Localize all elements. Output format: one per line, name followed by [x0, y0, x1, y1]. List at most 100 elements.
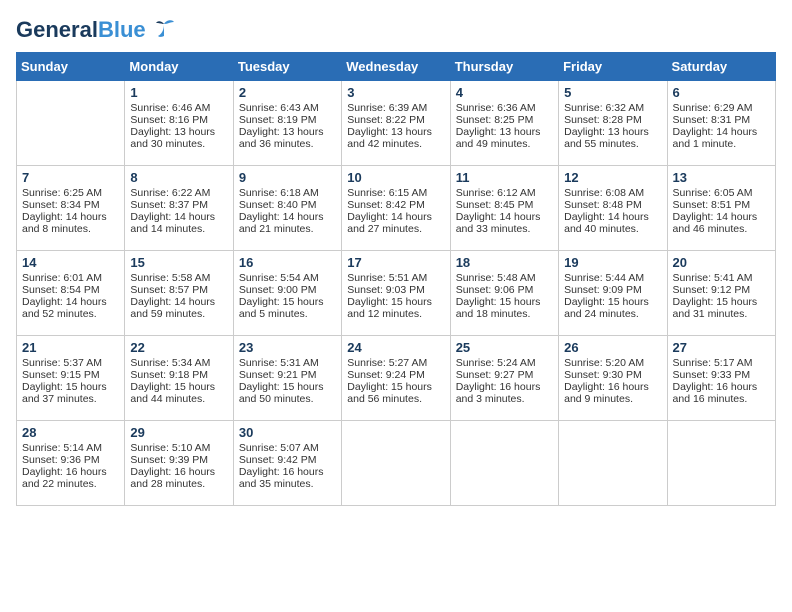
header-wednesday: Wednesday	[342, 53, 450, 81]
day-info: Sunset: 9:09 PM	[564, 284, 661, 296]
day-info: Daylight: 16 hours	[564, 381, 661, 393]
day-info: Sunset: 9:15 PM	[22, 369, 119, 381]
day-info: Sunrise: 5:27 AM	[347, 357, 444, 369]
day-info: and 30 minutes.	[130, 138, 227, 150]
day-info: and 28 minutes.	[130, 478, 227, 490]
day-info: and 8 minutes.	[22, 223, 119, 235]
day-info: Sunset: 9:21 PM	[239, 369, 336, 381]
calendar-cell: 14Sunrise: 6:01 AMSunset: 8:54 PMDayligh…	[17, 251, 125, 336]
day-info: Sunrise: 5:20 AM	[564, 357, 661, 369]
header-thursday: Thursday	[450, 53, 558, 81]
day-info: and 42 minutes.	[347, 138, 444, 150]
day-info: and 52 minutes.	[22, 308, 119, 320]
calendar-cell: 3Sunrise: 6:39 AMSunset: 8:22 PMDaylight…	[342, 81, 450, 166]
day-info: and 36 minutes.	[239, 138, 336, 150]
day-info: Sunset: 8:22 PM	[347, 114, 444, 126]
day-info: Sunrise: 5:34 AM	[130, 357, 227, 369]
day-number: 17	[347, 255, 444, 270]
day-info: and 46 minutes.	[673, 223, 770, 235]
day-info: and 22 minutes.	[22, 478, 119, 490]
day-info: Daylight: 15 hours	[130, 381, 227, 393]
calendar-cell: 20Sunrise: 5:41 AMSunset: 9:12 PMDayligh…	[667, 251, 775, 336]
day-info: Sunrise: 5:10 AM	[130, 442, 227, 454]
day-info: Sunset: 9:06 PM	[456, 284, 553, 296]
day-info: Daylight: 14 hours	[673, 126, 770, 138]
week-row-1: 1Sunrise: 6:46 AMSunset: 8:16 PMDaylight…	[17, 81, 776, 166]
calendar-cell: 11Sunrise: 6:12 AMSunset: 8:45 PMDayligh…	[450, 166, 558, 251]
day-info: Sunset: 8:57 PM	[130, 284, 227, 296]
calendar-cell: 4Sunrise: 6:36 AMSunset: 8:25 PMDaylight…	[450, 81, 558, 166]
day-info: Sunrise: 5:14 AM	[22, 442, 119, 454]
header-friday: Friday	[559, 53, 667, 81]
day-info: Sunrise: 5:37 AM	[22, 357, 119, 369]
calendar-cell: 23Sunrise: 5:31 AMSunset: 9:21 PMDayligh…	[233, 336, 341, 421]
day-number: 8	[130, 170, 227, 185]
day-info: Sunset: 9:12 PM	[673, 284, 770, 296]
day-info: and 12 minutes.	[347, 308, 444, 320]
week-row-5: 28Sunrise: 5:14 AMSunset: 9:36 PMDayligh…	[17, 421, 776, 506]
day-info: and 40 minutes.	[564, 223, 661, 235]
day-info: Sunrise: 5:24 AM	[456, 357, 553, 369]
day-info: and 31 minutes.	[673, 308, 770, 320]
day-info: and 44 minutes.	[130, 393, 227, 405]
day-info: and 50 minutes.	[239, 393, 336, 405]
day-info: and 49 minutes.	[456, 138, 553, 150]
day-number: 14	[22, 255, 119, 270]
day-number: 1	[130, 85, 227, 100]
day-number: 21	[22, 340, 119, 355]
day-info: and 27 minutes.	[347, 223, 444, 235]
day-number: 9	[239, 170, 336, 185]
day-info: Sunrise: 6:01 AM	[22, 272, 119, 284]
day-info: Sunset: 9:18 PM	[130, 369, 227, 381]
day-info: Sunrise: 6:05 AM	[673, 187, 770, 199]
day-info: Sunset: 8:54 PM	[22, 284, 119, 296]
day-number: 15	[130, 255, 227, 270]
day-number: 30	[239, 425, 336, 440]
calendar-cell: 17Sunrise: 5:51 AMSunset: 9:03 PMDayligh…	[342, 251, 450, 336]
calendar-cell: 22Sunrise: 5:34 AMSunset: 9:18 PMDayligh…	[125, 336, 233, 421]
header-tuesday: Tuesday	[233, 53, 341, 81]
day-number: 11	[456, 170, 553, 185]
day-info: and 56 minutes.	[347, 393, 444, 405]
day-info: Sunrise: 5:58 AM	[130, 272, 227, 284]
day-info: Sunset: 8:45 PM	[456, 199, 553, 211]
calendar-cell: 13Sunrise: 6:05 AMSunset: 8:51 PMDayligh…	[667, 166, 775, 251]
day-info: Sunset: 8:16 PM	[130, 114, 227, 126]
day-number: 18	[456, 255, 553, 270]
day-number: 28	[22, 425, 119, 440]
day-info: Daylight: 14 hours	[130, 296, 227, 308]
calendar-cell: 10 Sunrise: 6:15 AMSunset: 8:42 PMDayligh…	[342, 166, 450, 251]
day-info: Daylight: 15 hours	[347, 296, 444, 308]
day-info: Daylight: 15 hours	[673, 296, 770, 308]
day-info: Sunrise: 6:08 AM	[564, 187, 661, 199]
week-row-4: 21Sunrise: 5:37 AMSunset: 9:15 PMDayligh…	[17, 336, 776, 421]
day-number: 19	[564, 255, 661, 270]
calendar-cell: 16Sunrise: 5:54 AMSunset: 9:00 PMDayligh…	[233, 251, 341, 336]
day-info: Sunrise: 6:32 AM	[564, 102, 661, 114]
day-info: and 59 minutes.	[130, 308, 227, 320]
calendar-cell	[342, 421, 450, 506]
day-info: Sunrise: 5:44 AM	[564, 272, 661, 284]
day-info: Sunrise: 6:15 AM	[347, 187, 444, 199]
day-number: 7	[22, 170, 119, 185]
day-info: Sunrise: 6:29 AM	[673, 102, 770, 114]
logo-text: GeneralBlue	[16, 17, 146, 43]
week-row-2: 7Sunrise: 6:25 AMSunset: 8:34 PMDaylight…	[17, 166, 776, 251]
day-info: Daylight: 15 hours	[22, 381, 119, 393]
calendar-cell: 2Sunrise: 6:43 AMSunset: 8:19 PMDaylight…	[233, 81, 341, 166]
header-saturday: Saturday	[667, 53, 775, 81]
calendar-cell: 1Sunrise: 6:46 AMSunset: 8:16 PMDaylight…	[125, 81, 233, 166]
day-info: Sunset: 8:42 PM	[347, 199, 444, 211]
day-info: Daylight: 14 hours	[347, 211, 444, 223]
day-info: Sunrise: 5:41 AM	[673, 272, 770, 284]
day-info: Sunset: 9:39 PM	[130, 454, 227, 466]
day-info: and 18 minutes.	[456, 308, 553, 320]
day-number: 10	[347, 170, 444, 185]
day-number: 3	[347, 85, 444, 100]
day-info: and 21 minutes.	[239, 223, 336, 235]
day-info: Sunrise: 6:12 AM	[456, 187, 553, 199]
calendar-cell: 30Sunrise: 5:07 AMSunset: 9:42 PMDayligh…	[233, 421, 341, 506]
day-info: Sunset: 9:33 PM	[673, 369, 770, 381]
day-info: Sunrise: 5:17 AM	[673, 357, 770, 369]
header-monday: Monday	[125, 53, 233, 81]
